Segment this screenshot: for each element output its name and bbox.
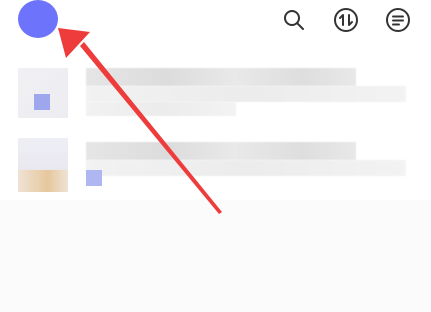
empty-area	[0, 200, 431, 312]
blurred-text-line	[86, 142, 356, 160]
menu-icon	[386, 8, 410, 32]
image-thumbnail	[18, 68, 68, 118]
transfer-icon	[334, 8, 358, 32]
transfer-button[interactable]	[333, 7, 359, 33]
blurred-text-line	[86, 86, 406, 102]
top-bar	[0, 0, 431, 42]
blurred-text-line	[86, 102, 236, 116]
blurred-text-line	[86, 160, 406, 176]
blurred-inline-image	[86, 170, 102, 186]
avatar[interactable]	[18, 0, 58, 38]
search-icon	[284, 10, 304, 30]
blurred-text-line	[86, 68, 356, 86]
app-screen	[0, 0, 431, 312]
thumbnail-detail	[18, 170, 68, 192]
thumbnail-detail	[34, 94, 50, 110]
image-thumbnail	[18, 138, 68, 192]
search-button[interactable]	[281, 7, 307, 33]
menu-button[interactable]	[385, 7, 411, 33]
